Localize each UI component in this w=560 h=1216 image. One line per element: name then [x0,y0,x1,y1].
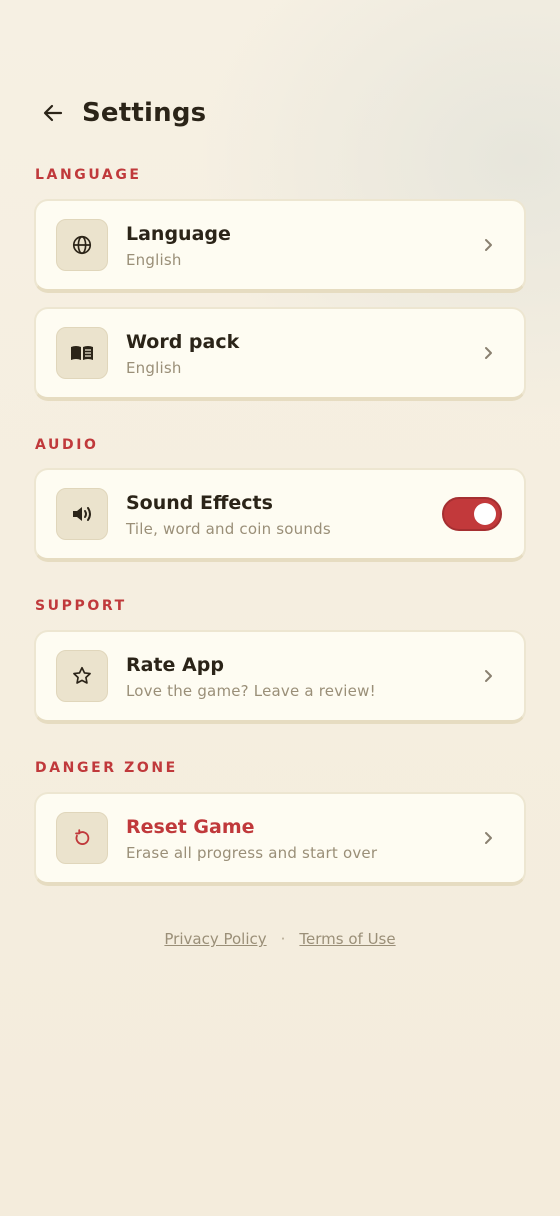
rate-app-row[interactable]: Rate App Love the game? Leave a review! [34,630,526,724]
section-label-danger-zone: DANGER ZONE [35,760,178,776]
page-title: Settings [82,98,207,128]
sound-effects-row: Sound Effects Tile, word and coin sounds [34,468,526,562]
reset-game-subtitle: Erase all progress and start over [126,843,378,862]
icon-box [56,219,108,271]
word-pack-title: Word pack [126,330,240,353]
header: Settings [34,92,206,134]
star-icon [73,666,91,684]
rate-app-title: Rate App [126,653,224,676]
terms-of-use-link[interactable]: Terms of Use [299,930,395,948]
reset-game-row[interactable]: Reset Game Erase all progress and start … [34,792,526,886]
word-pack-value: English [126,358,182,377]
icon-box [56,327,108,379]
language-value: English [126,250,182,269]
rate-app-subtitle: Love the game? Leave a review! [126,681,376,700]
section-label-support: SUPPORT [35,598,127,614]
icon-box [56,650,108,702]
globe-icon [72,235,92,255]
sound-effects-title: Sound Effects [126,491,273,514]
back-button[interactable] [34,94,72,132]
book-open-icon [71,346,93,360]
footer-links: Privacy Policy · Terms of Use [0,930,560,948]
separator-dot: · [280,930,286,948]
speaker-icon [73,507,91,521]
language-row[interactable]: Language English [34,199,526,293]
sound-effects-toggle[interactable] [442,497,502,531]
arrow-left-icon [43,104,63,122]
section-label-language: LANGUAGE [35,167,142,183]
chevron-right-icon [476,233,500,257]
icon-box [56,812,108,864]
reset-icon [75,829,90,845]
toggle-knob [474,503,496,525]
chevron-right-icon [476,664,500,688]
privacy-policy-link[interactable]: Privacy Policy [164,930,266,948]
language-title: Language [126,222,231,245]
icon-box [56,488,108,540]
chevron-right-icon [476,826,500,850]
sound-effects-subtitle: Tile, word and coin sounds [126,519,331,538]
chevron-right-icon [476,341,500,365]
section-label-audio: AUDIO [35,437,99,453]
word-pack-row[interactable]: Word pack English [34,307,526,401]
reset-game-title: Reset Game [126,815,255,838]
